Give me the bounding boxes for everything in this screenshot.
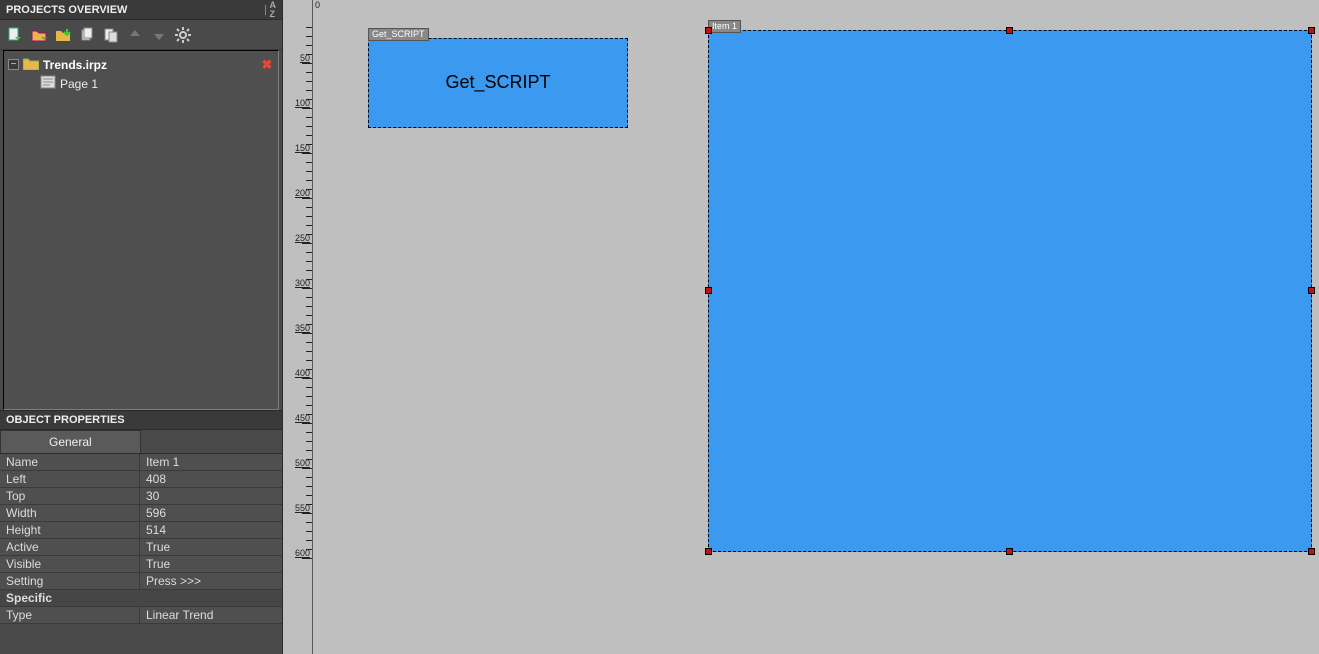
prop-row[interactable]: NameItem 1: [0, 454, 282, 471]
resize-handle-ne[interactable]: [1308, 27, 1315, 34]
ruler-label: 100: [295, 99, 310, 108]
folder-icon: [23, 56, 39, 73]
close-icon[interactable]: ✖: [260, 57, 274, 73]
paste-doc-icon[interactable]: [102, 26, 120, 44]
resize-handle-w[interactable]: [705, 287, 712, 294]
ruler-label: 300: [295, 279, 310, 288]
open-folder-icon[interactable]: [30, 26, 48, 44]
ruler-label: 350: [295, 324, 310, 333]
properties-tabs: General: [0, 430, 282, 454]
prop-row[interactable]: Width596: [0, 505, 282, 522]
prop-key: Active: [0, 539, 140, 555]
ruler-label: 600: [295, 549, 310, 558]
tree-root-item[interactable]: − Trends.irpz ✖: [4, 55, 278, 74]
sort-az-icon[interactable]: AZ: [270, 1, 277, 19]
prop-key: Width: [0, 505, 140, 521]
ruler-label: 50: [300, 54, 310, 63]
tree-child-item[interactable]: Page 1: [4, 74, 278, 93]
projects-toolbar: [0, 20, 282, 50]
ruler-label: 400: [295, 369, 310, 378]
script-box-tag: Get_SCRIPT: [368, 28, 429, 41]
tree-root-label: Trends.irpz: [43, 58, 256, 72]
ruler-label: 200: [295, 189, 310, 198]
resize-handle-s[interactable]: [1006, 548, 1013, 555]
project-tree: − Trends.irpz ✖ Page 1: [3, 50, 279, 410]
prop-key: Type: [0, 607, 140, 623]
prop-value[interactable]: 514: [140, 522, 282, 538]
resize-handle-n[interactable]: [1006, 27, 1013, 34]
properties-title: OBJECT PROPERTIES: [6, 414, 125, 426]
design-canvas[interactable]: Get_SCRIPT Get_SCRIPT Item 1: [313, 10, 1319, 654]
ruler-label: 150: [295, 144, 310, 153]
ruler-label: 550: [295, 504, 310, 513]
resize-handle-se[interactable]: [1308, 548, 1315, 555]
left-panel: PROJECTS OVERVIEW AZ: [0, 0, 283, 654]
prop-row[interactable]: TypeLinear Trend: [0, 607, 282, 624]
divider-icon: [265, 5, 266, 15]
resize-handle-e[interactable]: [1308, 287, 1315, 294]
import-folder-icon[interactable]: [54, 26, 72, 44]
properties-panel-header: OBJECT PROPERTIES: [0, 410, 282, 430]
prop-value[interactable]: 30: [140, 488, 282, 504]
prop-row[interactable]: Top30: [0, 488, 282, 505]
page-icon: [40, 75, 56, 92]
prop-value[interactable]: True: [140, 556, 282, 572]
prop-row[interactable]: Height514: [0, 522, 282, 539]
prop-value[interactable]: 408: [140, 471, 282, 487]
properties-grid: NameItem 1Left408Top30Width596Height514A…: [0, 454, 282, 624]
ruler-label: 500: [295, 459, 310, 468]
prop-row[interactable]: ActiveTrue: [0, 539, 282, 556]
ruler-origin: 0: [315, 0, 320, 10]
move-up-icon[interactable]: [126, 26, 144, 44]
prop-key: Top: [0, 488, 140, 504]
ruler-label: 250: [295, 234, 310, 243]
prop-key: Height: [0, 522, 140, 538]
prop-section-label: Specific: [0, 590, 140, 606]
prop-value[interactable]: True: [140, 539, 282, 555]
prop-row[interactable]: SettingPress >>>: [0, 573, 282, 590]
prop-value[interactable]: Item 1: [140, 454, 282, 470]
prop-key: Name: [0, 454, 140, 470]
resize-handle-sw[interactable]: [705, 548, 712, 555]
gear-icon[interactable]: [174, 26, 192, 44]
prop-value[interactable]: 596: [140, 505, 282, 521]
script-box-label: Get_SCRIPT: [369, 72, 627, 93]
collapse-icon[interactable]: −: [8, 59, 19, 70]
item-box-tag: Item 1: [708, 20, 741, 33]
prop-section-specific: Specific: [0, 590, 282, 607]
script-box[interactable]: Get_SCRIPT Get_SCRIPT: [368, 38, 628, 128]
new-file-icon[interactable]: [6, 26, 24, 44]
move-down-icon[interactable]: [150, 26, 168, 44]
resize-handle-nw[interactable]: [705, 27, 712, 34]
prop-row[interactable]: VisibleTrue: [0, 556, 282, 573]
prop-row[interactable]: Left408: [0, 471, 282, 488]
prop-key: Visible: [0, 556, 140, 572]
prop-key: Setting: [0, 573, 140, 589]
tab-general[interactable]: General: [0, 430, 141, 453]
projects-title: PROJECTS OVERVIEW: [6, 4, 127, 16]
tree-child-label: Page 1: [60, 77, 274, 91]
prop-value[interactable]: Press >>>: [140, 573, 282, 589]
projects-panel-header: PROJECTS OVERVIEW AZ: [0, 0, 282, 20]
prop-value[interactable]: Linear Trend: [140, 607, 282, 623]
vertical-ruler: 50 100 150 200 250 300 350 400 450 500 550 600: [283, 0, 313, 654]
ruler-label: 450: [295, 414, 310, 423]
prop-key: Left: [0, 471, 140, 487]
copy-doc-icon[interactable]: [78, 26, 96, 44]
item-box[interactable]: Item 1: [708, 30, 1312, 552]
